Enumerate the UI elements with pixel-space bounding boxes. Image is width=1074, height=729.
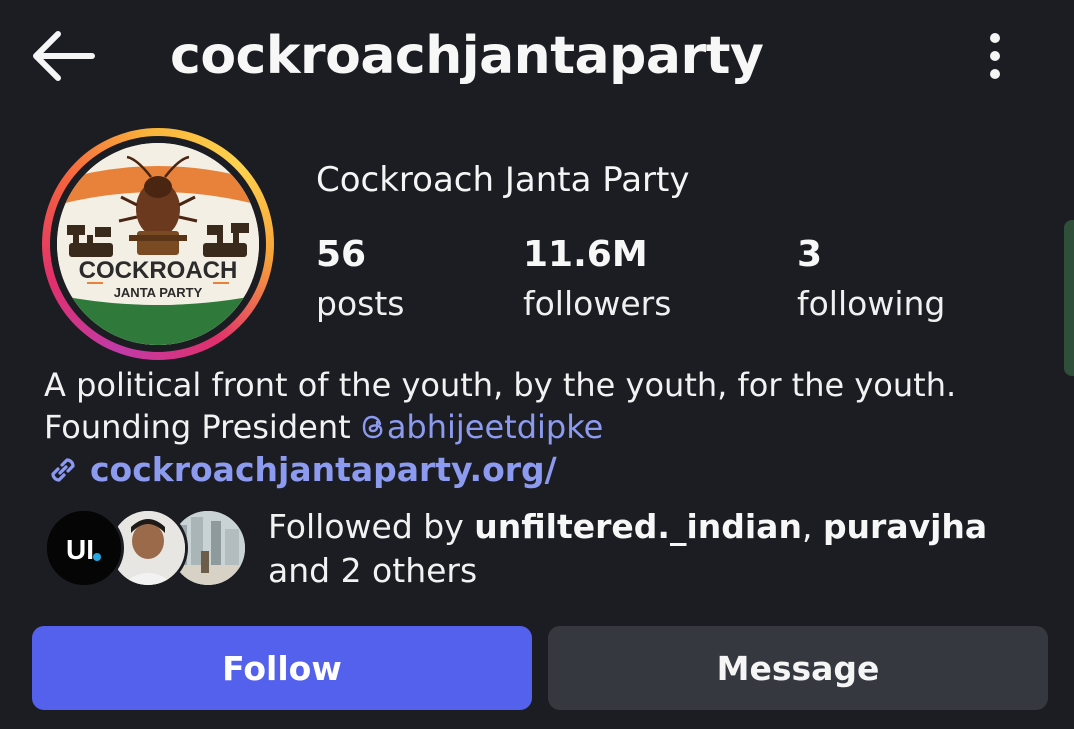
logo-text-janta-party: JANTA PARTY bbox=[114, 285, 203, 300]
back-button[interactable] bbox=[30, 28, 98, 84]
stat-following[interactable]: 3 following bbox=[797, 232, 945, 330]
followed-by-separator: , bbox=[801, 507, 823, 546]
mutual-followers-avatars[interactable]: UI bbox=[44, 508, 248, 590]
mutual-avatar-1-logo-text: UI bbox=[66, 534, 94, 565]
bio-line-2: Founding President abhijeetdipke bbox=[44, 406, 956, 448]
more-vertical-icon bbox=[990, 33, 1000, 79]
profile-username: cockroachjantaparty bbox=[170, 26, 764, 86]
bio-founder-label: Founding President bbox=[44, 408, 361, 446]
mutual-user-2: puravjha bbox=[822, 507, 988, 546]
follow-button[interactable]: Follow bbox=[32, 626, 532, 710]
profile-display-name: Cockroach Janta Party bbox=[316, 160, 690, 200]
followed-by-text[interactable]: Followed by unfiltered._indian, puravjha… bbox=[268, 505, 1048, 593]
website-link[interactable]: cockroachjantaparty.org/ bbox=[44, 450, 557, 489]
followers-label: followers bbox=[523, 284, 672, 323]
founder-mention-text: abhijeetdipke bbox=[386, 408, 604, 446]
stat-followers[interactable]: 11.6M followers bbox=[523, 232, 671, 330]
mutual-avatar-1: UI bbox=[44, 508, 124, 588]
mutual-user-1: unfiltered._indian bbox=[474, 507, 802, 546]
followed-by-suffix: and 2 others bbox=[268, 551, 478, 590]
bio-line-1: A political front of the youth, by the y… bbox=[44, 366, 957, 404]
message-button[interactable]: Message bbox=[548, 626, 1048, 710]
profile-page: cockroachjantaparty COCKROACH JANTA PART… bbox=[0, 0, 1074, 729]
followers-count: 11.6M bbox=[523, 234, 648, 275]
more-options-button[interactable] bbox=[978, 30, 1012, 82]
followed-by-prefix: Followed by bbox=[268, 507, 475, 546]
following-label: following bbox=[797, 284, 946, 323]
edge-side-tab[interactable] bbox=[1064, 220, 1074, 376]
following-count: 3 bbox=[797, 234, 823, 275]
profile-avatar[interactable]: COCKROACH JANTA PARTY bbox=[42, 128, 274, 360]
link-icon bbox=[51, 457, 75, 482]
profile-bio: A political front of the youth, by the y… bbox=[44, 364, 956, 448]
posts-count: 56 bbox=[316, 234, 367, 275]
threads-icon bbox=[362, 415, 383, 439]
stat-posts[interactable]: 56 posts bbox=[316, 232, 404, 330]
website-link-text: cockroachjantaparty.org/ bbox=[90, 450, 557, 489]
posts-label: posts bbox=[316, 284, 405, 323]
arrow-left-icon bbox=[33, 31, 95, 81]
founder-mention-link[interactable]: abhijeetdipke bbox=[361, 408, 604, 446]
party-logo: COCKROACH JANTA PARTY bbox=[57, 143, 259, 345]
logo-text-cockroach: COCKROACH bbox=[79, 257, 238, 284]
